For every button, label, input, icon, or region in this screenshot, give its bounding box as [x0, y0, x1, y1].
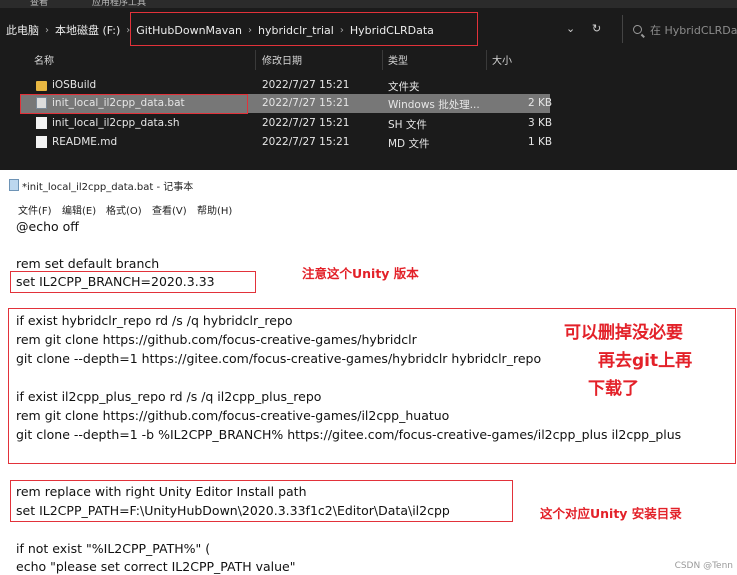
column-divider[interactable]: [255, 50, 256, 70]
file-explorer-window: 查看 应用程序工具 此电脑 › 本地磁盘 (F:) › GitHubDownMa…: [0, 0, 737, 170]
annotation-install-dir: 这个对应Unity 安装目录: [540, 506, 682, 521]
column-header-size[interactable]: 大小: [492, 52, 512, 68]
code-line: echo "please set correct IL2CPP_PATH val…: [16, 559, 296, 574]
annotation-unity-version: 注意这个Unity 版本: [302, 266, 419, 281]
branch-highlight-box: [10, 271, 256, 293]
file-name: README.md: [52, 136, 118, 148]
search-input[interactable]: 在 HybridCLRData: [622, 15, 737, 43]
file-icon: [36, 117, 47, 129]
menu-help[interactable]: 帮助(H): [197, 202, 232, 217]
ribbon-tab-app-tools[interactable]: 应用程序工具: [92, 0, 146, 8]
notepad-window: *init_local_il2cpp_data.bat - 记事本 文件(F) …: [0, 170, 737, 575]
code-line: if not exist "%IL2CPP_PATH%" (: [16, 541, 211, 556]
file-type: MD 文件: [388, 138, 430, 150]
file-type: SH 文件: [388, 119, 427, 131]
file-date: 2022/7/27 15:21: [262, 97, 350, 109]
column-header-date[interactable]: 修改日期: [262, 52, 302, 68]
chevron-right-icon: ›: [45, 24, 49, 36]
menu-format[interactable]: 格式(O): [106, 202, 142, 217]
breadcrumb-this-pc[interactable]: 此电脑: [6, 22, 39, 38]
file-size: 3 KB: [528, 117, 553, 129]
file-date: 2022/7/27 15:21: [262, 117, 350, 129]
file-row-readme[interactable]: README.md 2022/7/27 15:21 MD 文件 1 KB: [26, 133, 556, 152]
file-name: iOSBuild: [52, 79, 97, 91]
file-date: 2022/7/27 15:21: [262, 136, 350, 148]
chevron-down-icon[interactable]: ⌄: [566, 22, 575, 35]
notepad-icon: [9, 179, 19, 191]
code-line: rem set default branch: [16, 256, 160, 271]
file-row-init-sh[interactable]: init_local_il2cpp_data.sh 2022/7/27 15:2…: [26, 114, 556, 133]
menu-bar: 文件(F) 编辑(E) 格式(O) 查看(V) 帮助(H): [0, 200, 737, 218]
file-date: 2022/7/27 15:21: [262, 79, 350, 91]
path-highlight-box: [10, 480, 513, 522]
annotation-can-delete-line2: 再去git上再: [598, 351, 693, 371]
breadcrumb-drive-f[interactable]: 本地磁盘 (F:): [55, 22, 120, 38]
column-header-type[interactable]: 类型: [388, 52, 408, 68]
file-name: init_local_il2cpp_data.sh: [52, 117, 180, 129]
search-icon: [633, 25, 642, 34]
search-placeholder: 在 HybridCLRData: [650, 24, 737, 37]
file-size: 1 KB: [528, 136, 553, 148]
menu-view[interactable]: 查看(V): [152, 202, 187, 217]
file-row-iosbuild[interactable]: iOSBuild 2022/7/27 15:21 文件夹: [26, 76, 556, 95]
folder-icon: [36, 81, 47, 91]
column-divider[interactable]: [382, 50, 383, 70]
breadcrumb-highlight-box: [130, 12, 478, 46]
column-header-name[interactable]: 名称: [34, 52, 54, 68]
file-size: 2 KB: [528, 97, 553, 109]
menu-edit[interactable]: 编辑(E): [62, 202, 96, 217]
selected-file-highlight-box: [20, 94, 248, 114]
annotation-can-delete-line1: 可以删掉没必要: [564, 323, 683, 343]
ribbon-tab-view[interactable]: 查看: [30, 0, 48, 8]
code-line: @echo off: [16, 219, 79, 234]
file-icon: [36, 136, 47, 148]
watermark: CSDN @Tenn: [674, 561, 733, 571]
refresh-icon[interactable]: ↻: [592, 22, 601, 35]
file-type: Windows 批处理...: [388, 99, 480, 111]
file-type: 文件夹: [388, 81, 420, 93]
annotation-can-delete-line3: 下载了: [588, 379, 639, 399]
column-divider[interactable]: [486, 50, 487, 70]
menu-file[interactable]: 文件(F): [18, 202, 52, 217]
window-title: *init_local_il2cpp_data.bat - 记事本: [22, 182, 194, 193]
ribbon-tabs: 查看 应用程序工具: [0, 0, 737, 8]
